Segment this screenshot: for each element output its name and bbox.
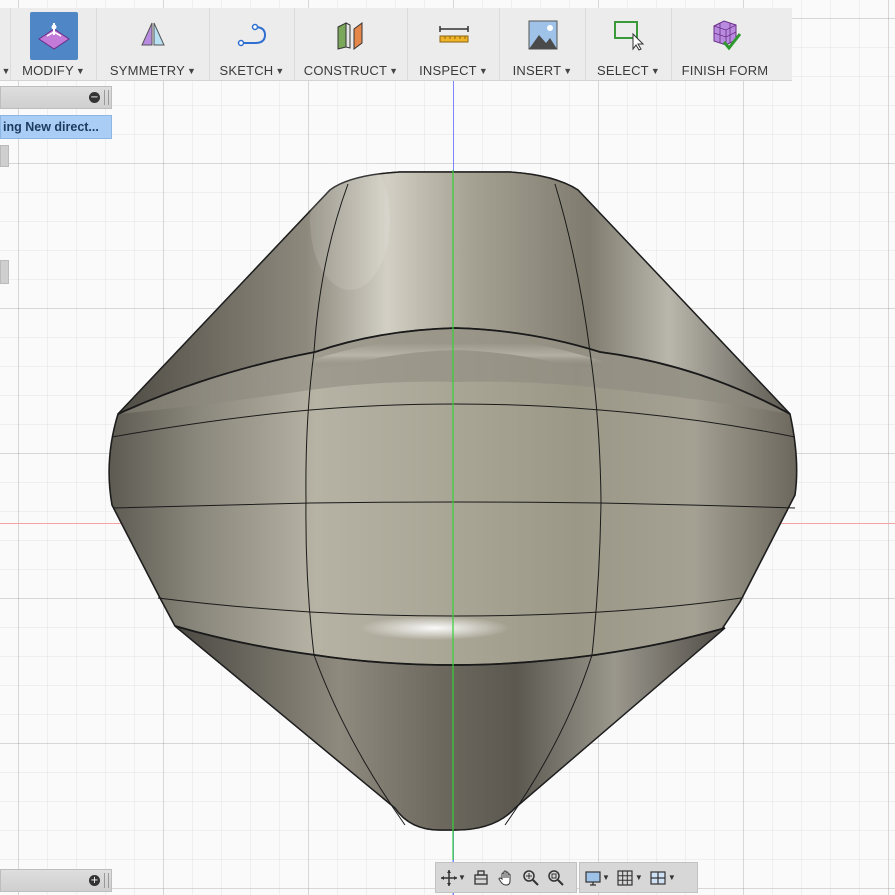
toolbar-sketch[interactable]: SKETCH ▼ xyxy=(210,8,295,80)
caret-icon: ▼ xyxy=(1,66,11,76)
bottom-panel-header[interactable]: + xyxy=(0,869,112,892)
plus-circle-icon[interactable]: + xyxy=(89,875,100,886)
panel-grip-icon[interactable] xyxy=(104,873,109,888)
caret-icon: ▼ xyxy=(275,66,285,76)
construct-label: CONSTRUCT xyxy=(303,63,388,78)
caret-icon: ▼ xyxy=(478,66,488,76)
sketch-icon xyxy=(237,23,267,47)
browser-selected-item[interactable]: ing New direct... xyxy=(0,115,112,139)
toolbar-construct[interactable]: CONSTRUCT ▼ xyxy=(295,8,408,80)
select-cursor-icon xyxy=(613,21,644,51)
finish-form-label: FINISH FORM xyxy=(681,63,769,78)
modify-label: MODIFY xyxy=(22,63,74,78)
caret-icon: ▼ xyxy=(186,66,197,76)
canvas-viewport[interactable] xyxy=(0,0,895,895)
toolbar-finish-form[interactable]: FINISH FORM xyxy=(672,8,778,80)
zoom-window-icon[interactable] xyxy=(519,865,544,890)
nav-tools-group: ▼ xyxy=(435,862,577,893)
caret-icon: ▼ xyxy=(75,66,85,76)
form-body-model[interactable] xyxy=(0,0,895,895)
insert-label: INSERT xyxy=(512,63,562,78)
panel-grip-icon[interactable] xyxy=(104,90,109,105)
measure-icon xyxy=(438,26,469,43)
minus-circle-icon[interactable]: − xyxy=(89,92,100,103)
browser-panel-header[interactable]: − xyxy=(0,86,112,109)
toolbar-insert[interactable]: INSERT ▼ xyxy=(500,8,586,80)
toolbar-select[interactable]: SELECT ▼ xyxy=(586,8,672,80)
grid-settings-icon[interactable] xyxy=(613,865,638,890)
symmetry-icon xyxy=(141,22,165,46)
pan-icon[interactable] xyxy=(494,865,519,890)
side-tab-lower[interactable] xyxy=(0,260,9,284)
nav-display-group: ▼ ▼ ▼ xyxy=(579,862,698,893)
display-settings-icon[interactable] xyxy=(580,865,605,890)
zoom-fit-icon[interactable] xyxy=(544,865,569,890)
toolbar-symmetry[interactable]: SYMMETRY ▼ xyxy=(97,8,210,80)
symmetry-label: SYMMETRY xyxy=(109,63,185,78)
inspect-label: INSPECT xyxy=(419,63,477,78)
modify-icon xyxy=(29,12,78,60)
toolbar-inspect[interactable]: INSPECT ▼ xyxy=(408,8,500,80)
select-label: SELECT xyxy=(597,63,649,78)
toolbar-modify[interactable]: MODIFY ▼ xyxy=(11,8,97,80)
toolbar-left-edge: ▼ xyxy=(0,8,11,80)
caret-icon: ▼ xyxy=(389,66,399,76)
side-tab-upper[interactable] xyxy=(0,145,9,167)
viewports-icon[interactable] xyxy=(646,865,671,890)
image-icon xyxy=(528,20,557,50)
look-at-icon[interactable] xyxy=(469,865,494,890)
caret-icon: ▼ xyxy=(650,66,660,76)
caret-icon: ▼ xyxy=(563,66,573,76)
orbit-icon[interactable] xyxy=(436,865,461,890)
main-toolbar: ▼ MODIFY ▼ SYMMETRY ▼ SKETCH ▼ CONSTRUCT… xyxy=(0,8,792,81)
finish-form-icon xyxy=(713,20,742,51)
construct-icon xyxy=(337,22,363,50)
sketch-label: SKETCH xyxy=(219,63,274,78)
navigation-bar: ▼ ▼ ▼ ▼ xyxy=(435,862,698,893)
